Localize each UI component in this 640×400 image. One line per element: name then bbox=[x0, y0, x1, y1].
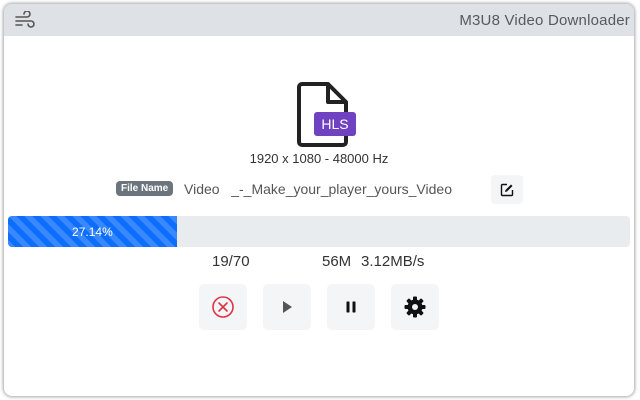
downloaded-size: 56M bbox=[322, 253, 352, 270]
cancel-button[interactable] bbox=[199, 284, 247, 330]
cancel-circle-icon bbox=[212, 296, 234, 318]
gear-icon bbox=[404, 296, 426, 318]
pause-button[interactable] bbox=[327, 284, 375, 330]
settings-button[interactable] bbox=[391, 284, 439, 330]
media-info: 1920 x 1080 - 48000 Hz bbox=[249, 151, 389, 166]
progress-bar: 27.14% bbox=[8, 216, 630, 247]
hls-file-icon: HLS bbox=[297, 82, 356, 147]
file-name-text: Video _-_Make_your_player_yours_Video bbox=[184, 181, 452, 197]
segments-count: 19/70 bbox=[212, 253, 250, 270]
edit-icon bbox=[500, 183, 514, 196]
play-icon bbox=[283, 301, 292, 313]
play-button[interactable] bbox=[263, 284, 311, 330]
progress-label: 27.14% bbox=[72, 224, 113, 239]
app-title: M3U8 Video Downloader bbox=[459, 12, 630, 29]
app-window: M3U8 Video Downloader HLS 1920 x 1080 - … bbox=[4, 4, 634, 396]
progress-fill: 27.14% bbox=[8, 216, 177, 247]
download-speed: 3.12MB/s bbox=[361, 253, 425, 270]
pause-icon bbox=[346, 301, 356, 313]
file-name-badge: File Name bbox=[116, 181, 174, 196]
wind-lines-icon[interactable] bbox=[14, 11, 36, 29]
format-badge: HLS bbox=[321, 116, 348, 132]
header-bar: M3U8 Video Downloader bbox=[4, 4, 634, 36]
edit-filename-button[interactable] bbox=[491, 175, 523, 204]
